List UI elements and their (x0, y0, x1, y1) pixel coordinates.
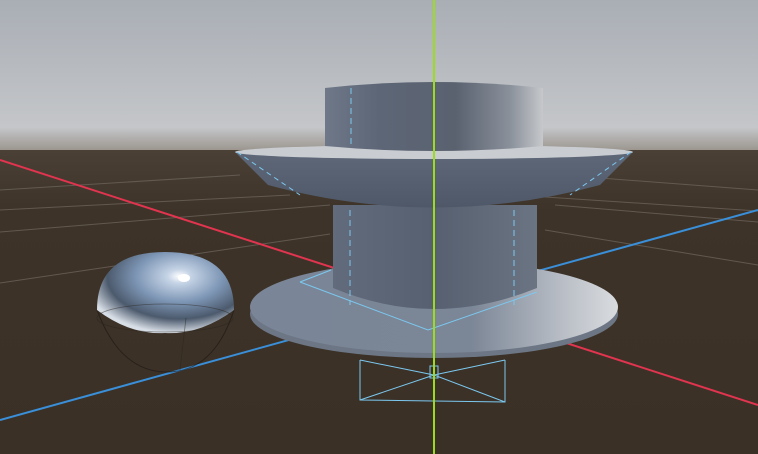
sphere-highlight (178, 274, 190, 282)
scene-canvas[interactable] (0, 0, 758, 454)
3d-viewport[interactable] (0, 0, 758, 454)
